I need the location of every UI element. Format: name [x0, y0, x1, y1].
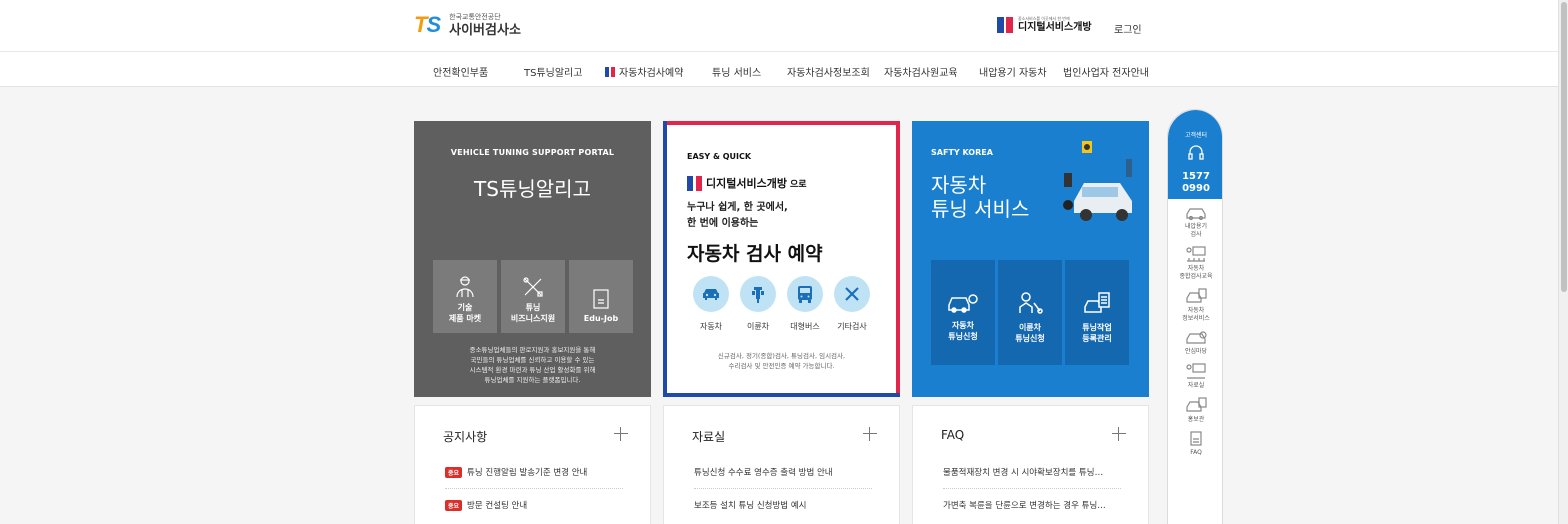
booking-other[interactable]: 기타검사 [834, 276, 870, 332]
checklist-icon [1084, 292, 1110, 313]
list-item[interactable]: 튜닝신청 수수료 영수증 출력 방법 안내 [694, 466, 872, 489]
tuning-portal-card[interactable]: VEHICLE TUNING SUPPORT PORTAL TS튜닝알리고 기술… [414, 121, 651, 397]
tile-edu-job[interactable]: Edu-Job [569, 260, 633, 333]
quick-item-vehicle-info[interactable]: 자동차 정보서비스 [1168, 288, 1222, 323]
digital-service-icon [605, 66, 615, 77]
car-search-icon [1186, 288, 1207, 303]
important-badge: 중요 [445, 499, 463, 511]
nav-item-corporate-notice[interactable]: 법인사업자 전자안내 [1063, 64, 1149, 79]
motorcycle-icon [1019, 292, 1043, 314]
quick-item-safety-yard[interactable]: 안심마당 [1168, 330, 1222, 356]
card-eyebrow: VEHICLE TUNING SUPPORT PORTAL [450, 148, 615, 157]
digital-service-icon [687, 175, 702, 191]
plus-icon[interactable] [863, 427, 877, 441]
digital-service-tagline: 중소서비스를 이곳에서 한 번에 [1018, 16, 1070, 21]
digital-service-logo[interactable]: 중소서비스를 이곳에서 한 번에 디지털서비스개방 [997, 17, 1092, 33]
car-gear-icon [948, 294, 978, 313]
card-lead: 누구나 쉽게, 한 곳에서, 한 번에 이용하는 [687, 202, 788, 229]
car-icon [703, 289, 719, 300]
digital-service-icon [997, 17, 1013, 33]
card-title: TS튜닝알리고 [474, 177, 591, 201]
plus-icon[interactable] [614, 427, 628, 441]
tile-tuning-work-register[interactable]: 튜닝작업 등록관리 [1065, 260, 1129, 365]
booking-bus[interactable]: 대형버스 [787, 276, 823, 332]
booking-motorcycle[interactable]: 이륜차 [740, 276, 776, 332]
site-logo[interactable]: TS 한국교통안전공단 사이버검사소 [414, 12, 521, 38]
archive-board: 자료실 튜닝신청 수수료 영수증 출력 방법 안내 보조등 설치 튜닝 신청방법… [663, 405, 900, 524]
car-icon [1186, 208, 1206, 220]
nav-item-ts-tuning[interactable]: TS튜닝알리고 [524, 64, 582, 79]
site-header: TS 한국교통안전공단 사이버검사소 중소서비스를 이곳에서 한 번에 디지털서… [0, 0, 1568, 52]
logo-subtitle: 한국교통안전공단 [449, 12, 501, 21]
digital-service-name: 디지털서비스개방 [1018, 22, 1092, 33]
card-eyebrow: SAFTY KOREA [931, 148, 993, 157]
car-doc-icon [1186, 397, 1207, 412]
board-title: 자료실 [692, 430, 726, 444]
nav-item-pressure-vessel[interactable]: 내압용기 자동차 [979, 64, 1047, 79]
classroom-icon [1186, 246, 1206, 262]
mechanic-icon [456, 276, 474, 298]
headset-icon [1188, 145, 1204, 160]
login-link[interactable]: 로그인 [1114, 21, 1142, 36]
plus-icon[interactable] [1112, 427, 1126, 441]
important-badge: 중요 [445, 466, 463, 478]
customer-center[interactable]: 고객센터 1577 0990 [1168, 110, 1222, 199]
tools-icon [523, 277, 543, 297]
car-illustration [1063, 141, 1132, 221]
board-title: FAQ [941, 428, 965, 442]
card-description: 중소튜닝업체들의 판로지원과 홍보지원을 통해 국민들의 튜닝업체를 신뢰하고 … [469, 346, 596, 385]
motorcycle-icon [752, 287, 764, 303]
tools-icon [845, 287, 859, 301]
classroom-icon [1186, 363, 1206, 379]
nav-item-inspector-education[interactable]: 자동차검사원교육 [884, 64, 958, 79]
list-item[interactable]: 중요 튜닝 진행알림 발송기준 변경 안내 [445, 466, 623, 489]
list-item[interactable]: 보조등 설치 튜닝 신청방법 예시 [694, 499, 872, 521]
tuning-service-card[interactable]: SAFTY KOREA 자동차 튜닝 서비스 자동차 튜닝신청 이륜차 튜닝신청… [912, 121, 1149, 397]
quick-item-pr-center[interactable]: 홍보관 [1168, 397, 1222, 424]
quick-item-inspection-education[interactable]: 자동차 종합검사교육 [1168, 246, 1222, 281]
tile-car-tuning-apply[interactable]: 자동차 튜닝신청 [931, 260, 995, 365]
list-item[interactable]: 물품적재장치 변경 시 시야확보장치를 튜닝… [943, 466, 1121, 489]
booking-car[interactable]: 자동차 [693, 276, 729, 332]
tile-tech-market[interactable]: 기술 제품 마켓 [433, 260, 497, 333]
faq-board: FAQ 물품적재장치 변경 시 시야확보장치를 튜닝… 가변축 복륜을 단륜으로… [912, 405, 1149, 524]
list-item[interactable]: 중요 방문 컨설팅 안내 [445, 499, 623, 521]
page-scrollbar[interactable] [1558, 0, 1568, 524]
card-eyebrow: EASY & QUICK [687, 152, 752, 161]
nav-item-inspection-booking[interactable]: 자동차검사예약 [605, 64, 683, 79]
bus-icon [798, 286, 812, 303]
card-headline: 자동차 검사 예약 [687, 243, 823, 265]
tile-business-support[interactable]: 튜닝 비즈니스지원 [501, 260, 565, 333]
list-item[interactable]: 가변축 복륜을 단륜으로 변경하는 경우 튜닝… [943, 499, 1121, 521]
digital-service-name: 디지털서비스개방 [706, 177, 787, 190]
main-nav: 안전확인부품 TS튜닝알리고 자동차검사예약 튜닝 서비스 자동차검사정보조회 … [0, 52, 1568, 87]
inspection-booking-card[interactable]: EASY & QUICK 디지털서비스개방 으로 누구나 쉽게, 한 곳에서, … [663, 121, 900, 397]
ts-logo-mark: TS [414, 12, 441, 37]
quick-item-archive[interactable]: 자료실 [1168, 363, 1222, 390]
nav-item-inspection-info[interactable]: 자동차검사정보조회 [787, 64, 870, 79]
document-icon [1190, 431, 1202, 446]
card-title: 자동차 튜닝 서비스 [931, 173, 1030, 221]
logo-title: 사이버검사소 [449, 22, 521, 38]
quick-item-pressure-vessel[interactable]: 내압용기 검사 [1168, 206, 1222, 239]
board-title: 공지사항 [443, 430, 488, 444]
nav-item-safety-parts[interactable]: 안전확인부품 [433, 64, 488, 79]
notice-board: 공지사항 중요 튜닝 진행알림 발송기준 변경 안내 중요 방문 컨설팅 안내 [414, 405, 651, 524]
scrollbar-thumb[interactable] [1561, 2, 1567, 292]
tile-motorcycle-tuning-apply[interactable]: 이륜차 튜닝신청 [998, 260, 1062, 365]
document-icon [593, 289, 609, 309]
nav-item-tuning-service[interactable]: 튜닝 서비스 [712, 64, 761, 79]
quick-item-faq[interactable]: FAQ [1168, 431, 1222, 457]
quick-menu: 고객센터 1577 0990 내압용기 검사 자동차 종합검사교육 자동차 정보서… [1167, 109, 1223, 524]
phone-number: 1577 0990 [1182, 171, 1210, 194]
car-shield-icon [1186, 330, 1207, 344]
card-description: 신규검사, 정기(종합)검사, 튜닝검사, 임시검사, 수리검사 및 안전인증 … [717, 352, 846, 371]
